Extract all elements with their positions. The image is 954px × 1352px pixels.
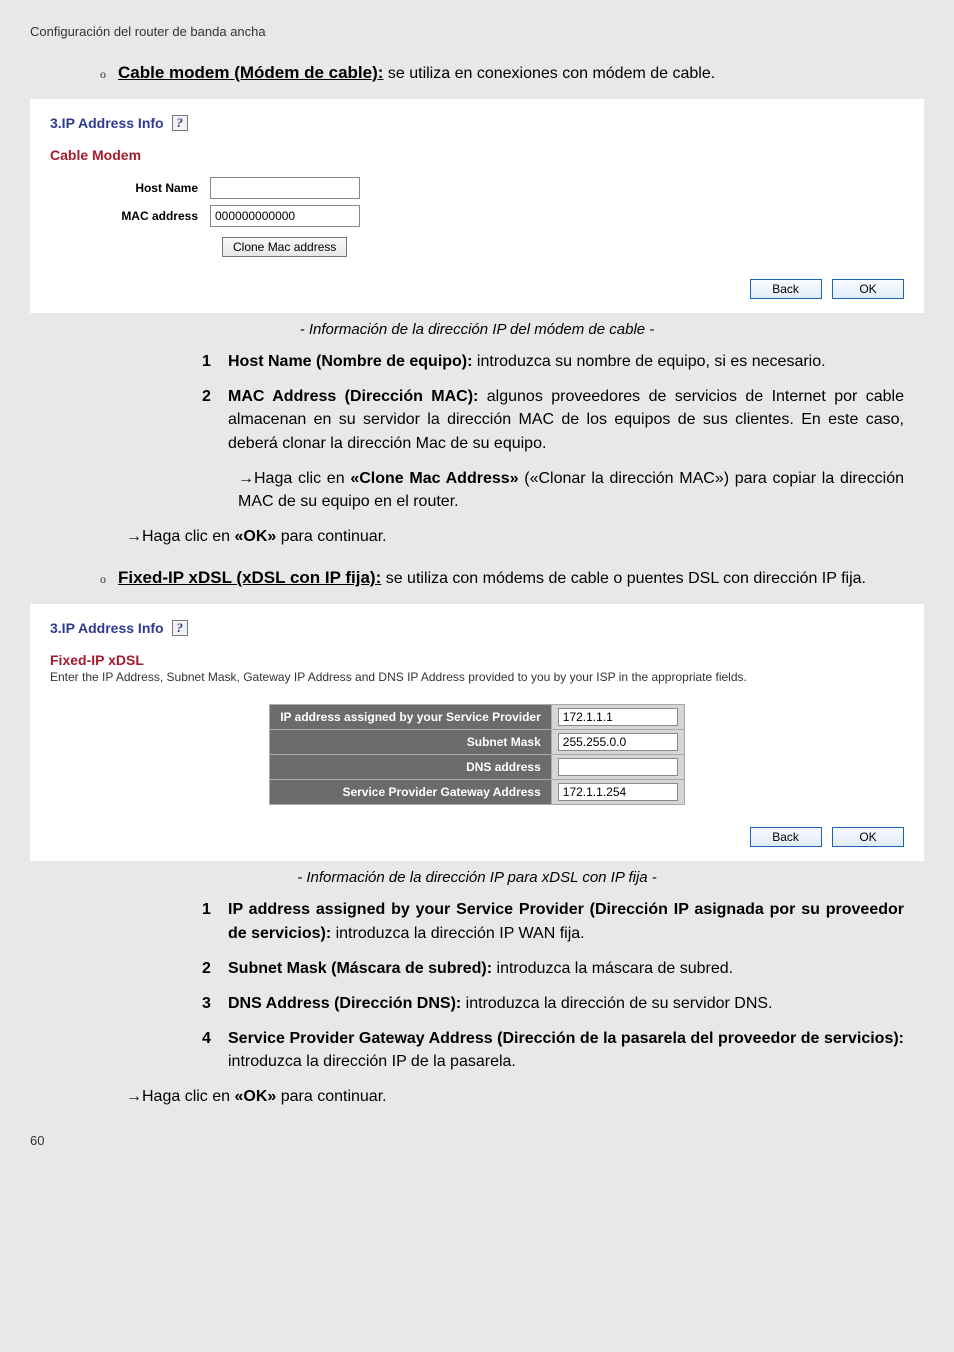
cm-caption: - Información de la dirección IP del mód…: [30, 321, 924, 338]
item-bold: Service Provider Gateway Address (Direcc…: [228, 1030, 904, 1047]
subnet-label: Subnet Mask: [270, 730, 552, 755]
back-button[interactable]: Back: [750, 279, 822, 299]
num-marker: 2: [202, 957, 216, 980]
item-text: introduzca su nombre de equipo, si es ne…: [472, 353, 825, 370]
subnet-input[interactable]: [558, 733, 678, 751]
host-name-row: Host Name: [50, 177, 904, 199]
ok-bold: «OK»: [235, 528, 277, 545]
ip-info-title-2: 3.IP Address Info ?: [50, 620, 904, 636]
mac-label: MAC address: [50, 209, 210, 223]
table-row: Subnet Mask: [270, 730, 685, 755]
cm-ok-instruction: →Haga clic en «OK» para continuar.: [126, 525, 924, 548]
num-marker: 4: [202, 1027, 216, 1073]
fi-ok-instruction: →Haga clic en «OK» para continuar.: [126, 1085, 924, 1108]
back-button[interactable]: Back: [750, 827, 822, 847]
ip-info-title-text-2: 3.IP Address Info: [50, 620, 164, 636]
fi-caption: - Información de la dirección IP para xD…: [30, 869, 924, 886]
clone-mac-button[interactable]: Clone Mac address: [222, 237, 347, 257]
item-bold: Host Name (Nombre de equipo):: [228, 353, 472, 370]
ip-info-title: 3.IP Address Info ?: [50, 115, 904, 131]
fi-num-list: 1 IP address assigned by your Service Pr…: [202, 898, 904, 1073]
ok-button[interactable]: OK: [832, 279, 904, 299]
num-marker: 1: [202, 898, 216, 944]
fixed-ip-bullet: o Fixed-IP xDSL (xDSL con IP fija): se u…: [100, 568, 924, 588]
ok-text: para continuar.: [276, 528, 386, 545]
list-item: 1 Host Name (Nombre de equipo): introduz…: [202, 350, 904, 373]
ok-bold: «OK»: [235, 1088, 277, 1105]
table-row: Service Provider Gateway Address: [270, 780, 685, 805]
clone-mac-bold: «Clone Mac Address»: [350, 470, 518, 487]
fixed-ip-desc: Enter the IP Address, Subnet Mask, Gatew…: [50, 670, 904, 684]
num-marker: 3: [202, 992, 216, 1015]
ok-text: para continuar.: [276, 1088, 386, 1105]
cable-modem-title: Cable modem (Módem de cable):: [118, 63, 383, 82]
cable-modem-panel: 3.IP Address Info ? Cable Modem Host Nam…: [30, 99, 924, 313]
dns-label: DNS address: [270, 755, 552, 780]
host-name-label: Host Name: [50, 181, 210, 195]
list-item: 1 IP address assigned by your Service Pr…: [202, 898, 904, 944]
arrow-icon: →Haga clic en: [126, 1088, 235, 1105]
cm-button-row: Back OK: [50, 279, 904, 299]
item-bold: Subnet Mask (Máscara de subred):: [228, 960, 492, 977]
bullet-marker: o: [100, 572, 106, 587]
mac-input[interactable]: [210, 205, 360, 227]
fixed-ip-panel: 3.IP Address Info ? Fixed-IP xDSL Enter …: [30, 604, 924, 861]
list-item: 4 Service Provider Gateway Address (Dire…: [202, 1027, 904, 1073]
num-marker: 2: [202, 385, 216, 455]
dns-input[interactable]: [558, 758, 678, 776]
arrow-icon: →Haga clic en: [126, 528, 235, 545]
ip-assigned-label: IP address assigned by your Service Prov…: [270, 705, 552, 730]
host-name-input[interactable]: [210, 177, 360, 199]
table-row: DNS address: [270, 755, 685, 780]
fixed-ip-title: Fixed-IP xDSL (xDSL con IP fija):: [118, 568, 381, 587]
help-icon[interactable]: ?: [172, 620, 188, 636]
help-icon[interactable]: ?: [172, 115, 188, 131]
cable-modem-bullet: o Cable modem (Módem de cable): se utili…: [100, 63, 924, 83]
num-marker: 1: [202, 350, 216, 373]
item-bold: DNS Address (Dirección DNS):: [228, 995, 461, 1012]
ip-table: IP address assigned by your Service Prov…: [269, 704, 685, 805]
ip-assigned-input[interactable]: [558, 708, 678, 726]
item-text: introduzca la dirección IP WAN fija.: [331, 925, 584, 942]
mac-row: MAC address: [50, 205, 904, 227]
fixed-ip-subsection: Fixed-IP xDSL: [50, 652, 904, 668]
fixed-ip-rest: se utiliza con módems de cable o puentes…: [381, 570, 866, 587]
cm-num-list: 1 Host Name (Nombre de equipo): introduz…: [202, 350, 904, 455]
item-text: introduzca la dirección de su servidor D…: [461, 995, 772, 1012]
ip-info-title-text: 3.IP Address Info: [50, 115, 164, 131]
arrow-icon: →Haga clic en: [238, 470, 350, 487]
item-text: introduzca la máscara de subred.: [492, 960, 733, 977]
ok-button[interactable]: OK: [832, 827, 904, 847]
table-row: IP address assigned by your Service Prov…: [270, 705, 685, 730]
cable-modem-rest: se utiliza en conexiones con módem de ca…: [383, 65, 715, 82]
list-item: 2 MAC Address (Dirección MAC): algunos p…: [202, 385, 904, 455]
item-bold: MAC Address (Dirección MAC):: [228, 388, 478, 405]
list-item: 2 Subnet Mask (Máscara de subred): intro…: [202, 957, 904, 980]
gateway-input[interactable]: [558, 783, 678, 801]
list-item: 3 DNS Address (Dirección DNS): introduzc…: [202, 992, 904, 1015]
cable-modem-subsection: Cable Modem: [50, 147, 904, 163]
page-header: Configuración del router de banda ancha: [30, 24, 924, 39]
bullet-marker: o: [100, 67, 106, 82]
fi-button-row: Back OK: [50, 827, 904, 847]
gateway-label: Service Provider Gateway Address: [270, 780, 552, 805]
page-number: 60: [30, 1133, 924, 1148]
clone-mac-instruction: →Haga clic en «Clone Mac Address» («Clon…: [238, 467, 904, 513]
item-text: introduzca la dirección IP de la pasarel…: [228, 1053, 516, 1070]
